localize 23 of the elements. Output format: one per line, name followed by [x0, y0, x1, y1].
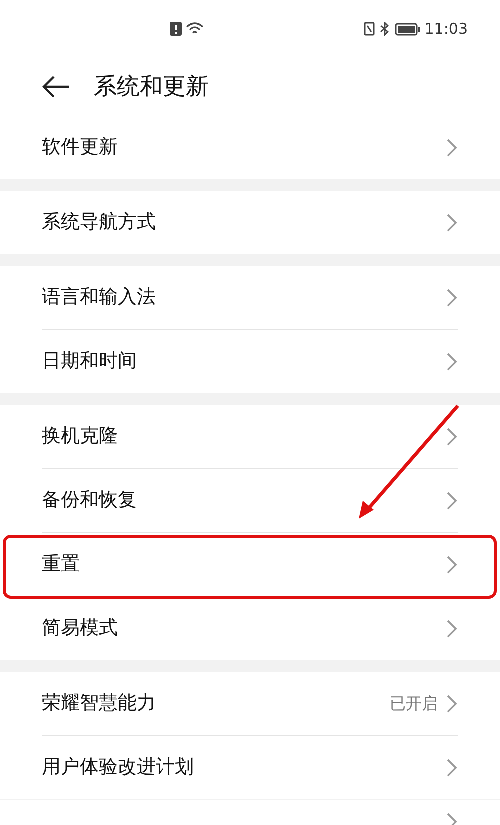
settings-row[interactable]: 用户体验改进计划 — [0, 736, 500, 799]
row-label: 用户体验改进计划 — [42, 755, 194, 780]
settings-row[interactable]: 软件更新 — [0, 116, 500, 179]
status-time: 11:03 — [424, 18, 468, 40]
row-label: 荣耀智慧能力 — [42, 691, 156, 716]
settings-row[interactable]: 备份和恢复 — [0, 469, 500, 532]
settings-row[interactable]: 简易模式 — [0, 597, 500, 660]
row-value: 已开启 — [390, 692, 438, 714]
settings-row[interactable]: 重置 — [0, 533, 500, 596]
settings-row[interactable]: 荣耀智慧能力 已开启 — [0, 672, 500, 735]
row-label: 重置 — [42, 552, 80, 578]
row-label: 语言和输入法 — [42, 285, 156, 310]
row-label: 软件更新 — [42, 135, 118, 160]
row-label: 日期和时间 — [42, 349, 137, 374]
row-label: 系统导航方式 — [42, 210, 156, 236]
settings-row[interactable]: 系统导航方式 — [0, 191, 500, 254]
page-title: 系统和更新 — [94, 72, 209, 102]
row-label: 简易模式 — [42, 616, 118, 642]
settings-row[interactable]: 换机克隆 — [0, 405, 500, 468]
settings-row[interactable]: 语言和输入法 — [0, 266, 500, 329]
row-label: 备份和恢复 — [42, 488, 137, 514]
settings-row[interactable]: 日期和时间 — [0, 330, 500, 393]
row-label: 换机克隆 — [42, 424, 118, 450]
